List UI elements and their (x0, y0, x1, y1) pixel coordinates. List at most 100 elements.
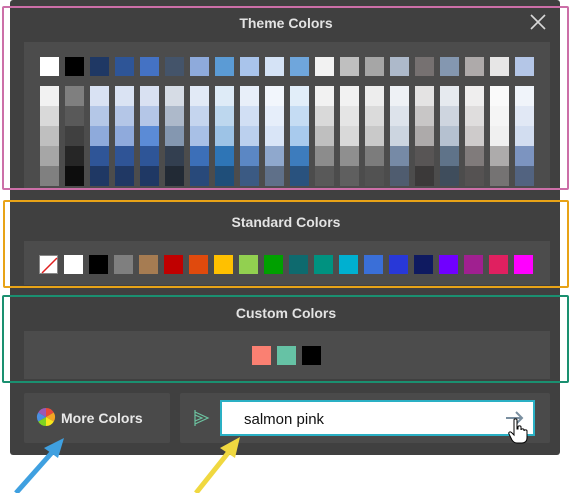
theme-shade-swatch[interactable] (65, 86, 84, 106)
theme-color-swatch[interactable] (515, 57, 534, 76)
theme-shade-swatch[interactable] (65, 146, 84, 166)
theme-shade-swatch[interactable] (165, 166, 184, 186)
theme-shade-swatch[interactable] (240, 126, 259, 146)
theme-shade-swatch[interactable] (265, 166, 284, 186)
theme-shade-swatch[interactable] (365, 126, 384, 146)
theme-color-swatch[interactable] (215, 57, 234, 76)
theme-shade-swatch[interactable] (90, 146, 109, 166)
theme-shade-swatch[interactable] (190, 166, 209, 186)
theme-shade-swatch[interactable] (490, 146, 509, 166)
standard-color-swatch[interactable] (339, 255, 358, 274)
custom-color-swatch[interactable] (302, 346, 321, 365)
theme-color-swatch[interactable] (190, 57, 209, 76)
theme-shade-swatch[interactable] (340, 166, 359, 186)
standard-color-swatch[interactable] (439, 255, 458, 274)
theme-color-swatch[interactable] (240, 57, 259, 76)
custom-color-swatch[interactable] (277, 346, 296, 365)
theme-shade-swatch[interactable] (190, 126, 209, 146)
theme-shade-swatch[interactable] (390, 126, 409, 146)
theme-shade-swatch[interactable] (465, 106, 484, 126)
no-color-swatch[interactable] (39, 255, 58, 274)
standard-color-swatch[interactable] (89, 255, 108, 274)
theme-shade-swatch[interactable] (290, 106, 309, 126)
standard-color-swatch[interactable] (189, 255, 208, 274)
theme-shade-swatch[interactable] (515, 106, 534, 126)
theme-shade-swatch[interactable] (265, 146, 284, 166)
theme-shade-swatch[interactable] (165, 86, 184, 106)
standard-color-swatch[interactable] (389, 255, 408, 274)
standard-color-swatch[interactable] (464, 255, 483, 274)
theme-shade-swatch[interactable] (340, 126, 359, 146)
theme-color-swatch[interactable] (365, 57, 384, 76)
theme-shade-swatch[interactable] (90, 166, 109, 186)
theme-color-swatch[interactable] (65, 57, 84, 76)
theme-shade-swatch[interactable] (315, 106, 334, 126)
theme-shade-swatch[interactable] (290, 166, 309, 186)
theme-color-swatch[interactable] (415, 57, 434, 76)
theme-shade-swatch[interactable] (340, 106, 359, 126)
theme-shade-swatch[interactable] (240, 166, 259, 186)
theme-shade-swatch[interactable] (115, 86, 134, 106)
theme-shade-swatch[interactable] (90, 106, 109, 126)
theme-shade-swatch[interactable] (490, 86, 509, 106)
theme-shade-swatch[interactable] (390, 106, 409, 126)
standard-color-swatch[interactable] (139, 255, 158, 274)
theme-color-swatch[interactable] (490, 57, 509, 76)
theme-shade-swatch[interactable] (465, 86, 484, 106)
theme-shade-swatch[interactable] (290, 146, 309, 166)
theme-shade-swatch[interactable] (515, 166, 534, 186)
theme-color-swatch[interactable] (440, 57, 459, 76)
theme-shade-swatch[interactable] (65, 106, 84, 126)
standard-color-swatch[interactable] (239, 255, 258, 274)
theme-shade-swatch[interactable] (190, 86, 209, 106)
theme-color-swatch[interactable] (40, 57, 59, 76)
theme-shade-swatch[interactable] (65, 166, 84, 186)
theme-color-swatch[interactable] (390, 57, 409, 76)
standard-color-swatch[interactable] (489, 255, 508, 274)
theme-shade-swatch[interactable] (515, 86, 534, 106)
standard-color-swatch[interactable] (64, 255, 83, 274)
theme-shade-swatch[interactable] (165, 106, 184, 126)
theme-shade-swatch[interactable] (465, 126, 484, 146)
theme-color-swatch[interactable] (290, 57, 309, 76)
theme-shade-swatch[interactable] (415, 126, 434, 146)
theme-shade-swatch[interactable] (465, 146, 484, 166)
theme-shade-swatch[interactable] (440, 126, 459, 146)
theme-color-swatch[interactable] (315, 57, 334, 76)
theme-shade-swatch[interactable] (215, 126, 234, 146)
theme-shade-swatch[interactable] (190, 106, 209, 126)
theme-shade-swatch[interactable] (140, 86, 159, 106)
theme-shade-swatch[interactable] (140, 166, 159, 186)
theme-shade-swatch[interactable] (515, 126, 534, 146)
theme-shade-swatch[interactable] (490, 106, 509, 126)
theme-shade-swatch[interactable] (190, 146, 209, 166)
theme-shade-swatch[interactable] (90, 86, 109, 106)
standard-color-swatch[interactable] (114, 255, 133, 274)
theme-shade-swatch[interactable] (440, 86, 459, 106)
theme-shade-swatch[interactable] (265, 126, 284, 146)
standard-color-swatch[interactable] (364, 255, 383, 274)
theme-shade-swatch[interactable] (415, 166, 434, 186)
theme-shade-swatch[interactable] (365, 86, 384, 106)
theme-shade-swatch[interactable] (90, 126, 109, 146)
theme-color-swatch[interactable] (115, 57, 134, 76)
theme-shade-swatch[interactable] (40, 126, 59, 146)
theme-color-swatch[interactable] (165, 57, 184, 76)
theme-shade-swatch[interactable] (340, 146, 359, 166)
theme-color-swatch[interactable] (465, 57, 484, 76)
theme-shade-swatch[interactable] (115, 146, 134, 166)
theme-shade-swatch[interactable] (115, 106, 134, 126)
theme-shade-swatch[interactable] (390, 86, 409, 106)
theme-shade-swatch[interactable] (315, 86, 334, 106)
theme-shade-swatch[interactable] (390, 146, 409, 166)
theme-shade-swatch[interactable] (40, 146, 59, 166)
theme-shade-swatch[interactable] (515, 146, 534, 166)
standard-color-swatch[interactable] (164, 255, 183, 274)
theme-shade-swatch[interactable] (290, 126, 309, 146)
custom-color-swatch[interactable] (252, 346, 271, 365)
theme-shade-swatch[interactable] (490, 166, 509, 186)
theme-color-swatch[interactable] (265, 57, 284, 76)
theme-shade-swatch[interactable] (140, 106, 159, 126)
theme-shade-swatch[interactable] (40, 106, 59, 126)
standard-color-swatch[interactable] (214, 255, 233, 274)
